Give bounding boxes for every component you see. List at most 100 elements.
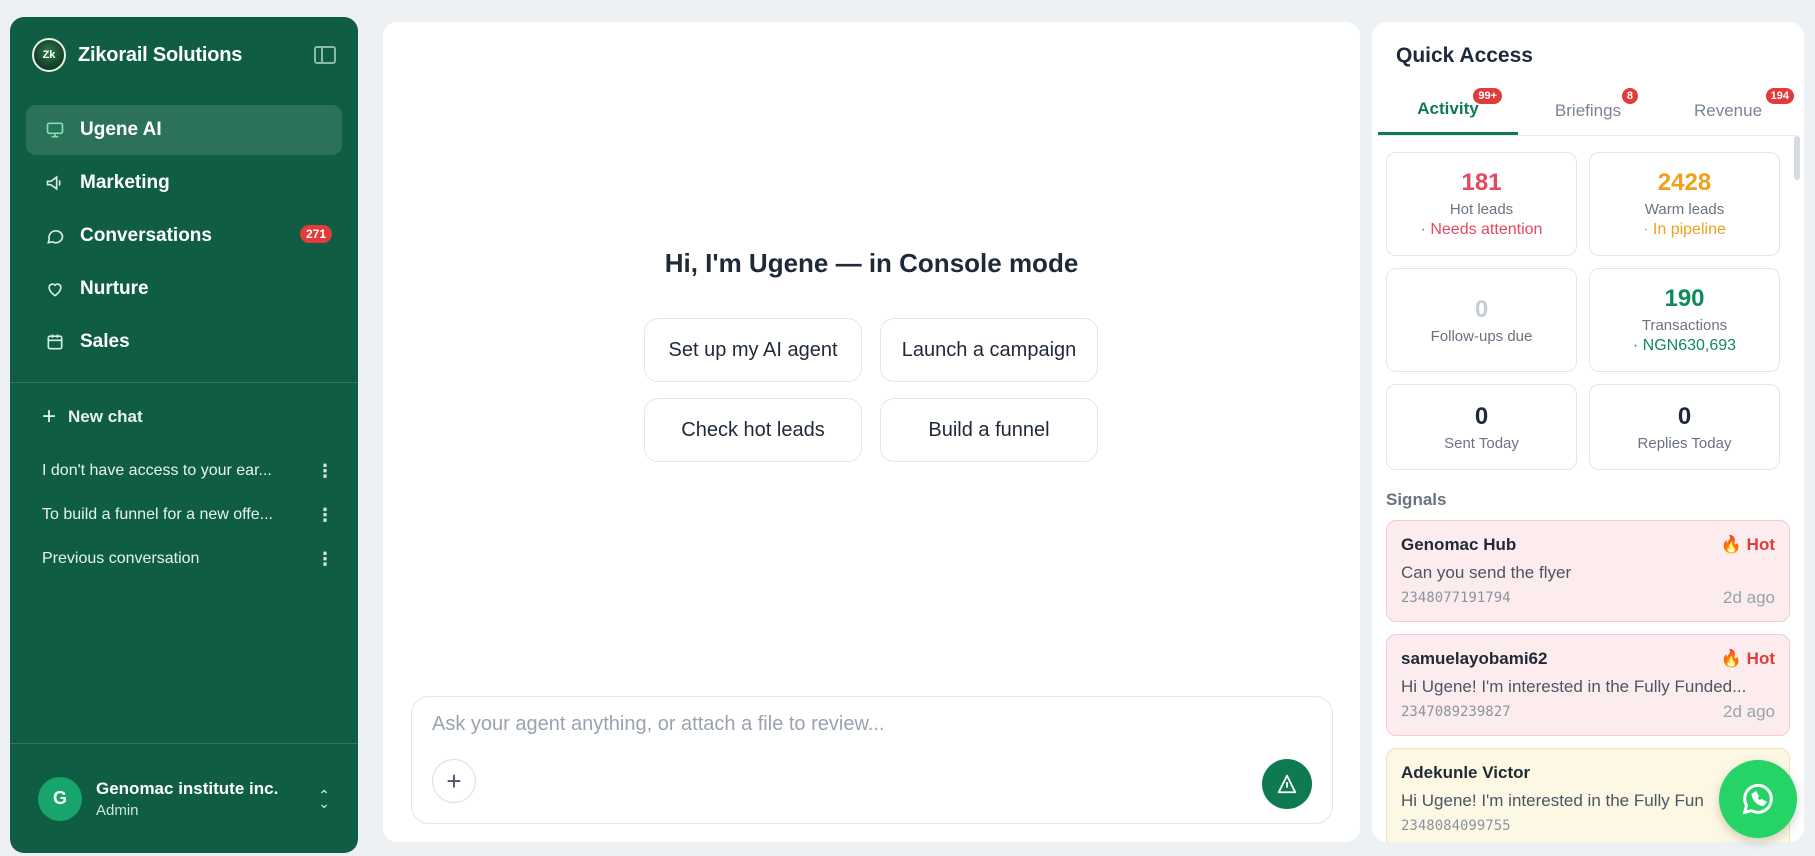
chat-title: Previous conversation <box>42 550 200 567</box>
panel-tabs: Activity 99+ Briefings 8 Revenue 194 <box>1378 86 1798 136</box>
more-vertical-icon[interactable]: ⋮ <box>316 461 334 482</box>
stat-label: Transactions <box>1641 317 1728 334</box>
unread-badge: 271 <box>299 225 332 243</box>
calendar-icon <box>44 331 66 353</box>
stat-card-hot-leads[interactable]: 181 Hot leads · Needs attention <box>1386 152 1577 256</box>
nav-item-conversations[interactable]: Conversations 271 <box>26 211 342 261</box>
nav-item-sales[interactable]: Sales <box>26 317 342 367</box>
signal-tag: 🔥 Hot <box>1720 535 1775 554</box>
chat-history-item[interactable]: Previous conversation ⋮ <box>10 537 358 581</box>
suggestion-grid: Set up my AI agent Launch a campaign Che… <box>644 318 1100 462</box>
stat-card-warm-leads[interactable]: 2428 Warm leads · In pipeline <box>1589 152 1780 256</box>
tab-badge: 8 <box>1621 88 1638 104</box>
signals-heading: Signals <box>1386 490 1447 509</box>
tab-activity[interactable]: Activity 99+ <box>1378 86 1518 135</box>
chat-history-item[interactable]: To build a funnel for a new offe... ⋮ <box>10 493 358 537</box>
stat-card-transactions[interactable]: 190 Transactions · NGN630,693 <box>1589 268 1780 372</box>
stat-label: Warm leads <box>1644 201 1725 218</box>
megaphone-icon <box>44 172 66 194</box>
panel-title: Quick Access <box>1396 44 1533 67</box>
suggestion-button[interactable]: Build a funnel <box>880 398 1098 462</box>
stat-card-replies-today[interactable]: 0 Replies Today <box>1589 384 1780 470</box>
stat-value: 0 <box>1474 402 1489 430</box>
suggestion-button[interactable]: Set up my AI agent <box>644 318 862 382</box>
nav-item-label: Sales <box>80 331 130 352</box>
tab-label: Briefings <box>1554 100 1622 120</box>
tab-briefings[interactable]: Briefings 8 <box>1518 86 1658 135</box>
signal-card[interactable]: Genomac Hub 🔥 Hot Can you send the flyer… <box>1386 520 1790 622</box>
monitor-icon <box>44 119 66 141</box>
tab-label: Revenue <box>1693 100 1763 120</box>
brand-name: Zikorail Solutions <box>78 43 243 66</box>
signal-name: Genomac Hub <box>1401 535 1517 554</box>
send-icon[interactable] <box>1262 759 1312 809</box>
more-vertical-icon[interactable]: ⋮ <box>316 549 334 570</box>
more-vertical-icon[interactable]: ⋮ <box>316 505 334 526</box>
account-switcher[interactable]: G Genomac institute inc. Admin ⌃ ⌄ <box>10 743 358 853</box>
whatsapp-icon[interactable] <box>1719 760 1797 838</box>
stat-sub: · In pipeline <box>1643 221 1726 238</box>
plus-icon: + <box>42 403 57 430</box>
nav-item-label: Ugene AI <box>80 119 162 140</box>
signal-name: Adekunle Victor <box>1401 763 1531 782</box>
stat-value: 0 <box>1474 295 1489 323</box>
signal-time: 2d ago <box>1723 588 1775 607</box>
new-chat-button[interactable]: + New chat <box>10 383 358 449</box>
signal-tag: 🔥 Hot <box>1720 649 1775 668</box>
nav-item-label: Nurture <box>80 278 149 299</box>
signal-message: Hi Ugene! I'm interested in the Fully Fu… <box>1401 791 1704 810</box>
chat-history-item[interactable]: I don't have access to your ear... ⋮ <box>10 449 358 493</box>
stats-grid: 181 Hot leads · Needs attention 2428 War… <box>1372 136 1804 470</box>
suggestion-button[interactable]: Check hot leads <box>644 398 862 462</box>
nav-item-nurture[interactable]: Nurture <box>26 264 342 314</box>
nav-item-label: Marketing <box>80 172 170 193</box>
signal-name: samuelayobami62 <box>1401 649 1548 668</box>
stat-sub: · Needs attention <box>1420 221 1543 238</box>
sidebar-toggle-icon[interactable] <box>314 46 336 64</box>
sidebar-nav: Ugene AI Marketing Conversations 271 Nur… <box>10 93 358 370</box>
message-composer: + <box>411 696 1333 824</box>
nav-item-marketing[interactable]: Marketing <box>26 158 342 208</box>
account-info: Genomac institute inc. Admin <box>96 779 318 819</box>
stat-sub: · NGN630,693 <box>1632 337 1737 354</box>
greeting-heading: Hi, I'm Ugene — in Console mode <box>664 248 1079 278</box>
account-name: Genomac institute inc. <box>96 778 279 798</box>
chat-bubble-icon <box>44 225 66 247</box>
nav-item-ugene-ai[interactable]: Ugene AI <box>26 105 342 155</box>
signal-phone: 2348084099755 <box>1401 818 1511 834</box>
stat-value: 190 <box>1664 285 1705 312</box>
quick-access-panel: Quick Access Activity 99+ Briefings 8 Re… <box>1372 22 1804 842</box>
stat-label: Hot leads <box>1449 201 1514 218</box>
signal-message: Hi Ugene! I'm interested in the Fully Fu… <box>1401 677 1747 696</box>
panel-scrollbar[interactable] <box>1794 136 1800 180</box>
stat-card-follow-ups[interactable]: 0 Follow-ups due <box>1386 268 1577 372</box>
stat-value: 2428 <box>1657 169 1712 196</box>
account-role: Admin <box>96 801 139 819</box>
sidebar-header: Zk Zikorail Solutions <box>10 17 358 93</box>
stat-value: 0 <box>1677 402 1692 430</box>
attach-plus-icon[interactable]: + <box>432 759 476 803</box>
stat-label: Follow-ups due <box>1430 327 1533 345</box>
suggestion-button[interactable]: Launch a campaign <box>880 318 1098 382</box>
stat-card-sent-today[interactable]: 0 Sent Today <box>1386 384 1577 470</box>
logo-text: Zk <box>42 49 56 61</box>
chevron-up-down-icon[interactable]: ⌃ ⌄ <box>318 788 330 810</box>
signal-time: 2d ago <box>1723 702 1775 721</box>
new-chat-label: New chat <box>68 407 143 426</box>
sidebar: Zk Zikorail Solutions Ugene AI Marketing… <box>10 17 358 853</box>
tab-revenue[interactable]: Revenue 194 <box>1658 86 1798 135</box>
signal-phone: 2347089239827 <box>1401 704 1511 720</box>
chat-title: I don't have access to your ear... <box>42 462 272 479</box>
signal-message: Can you send the flyer <box>1401 563 1572 582</box>
brand-logo[interactable]: Zk <box>32 38 66 72</box>
stat-label: Replies Today <box>1637 434 1732 452</box>
tab-badge: 99+ <box>1473 88 1502 104</box>
signal-card[interactable]: samuelayobami62 🔥 Hot Hi Ugene! I'm inte… <box>1386 634 1790 736</box>
message-input[interactable] <box>432 713 1292 736</box>
heart-icon <box>44 278 66 300</box>
signal-phone: 2348077191794 <box>1401 590 1511 606</box>
main-chat-area: Hi, I'm Ugene — in Console mode Set up m… <box>383 22 1360 842</box>
tab-label: Activity <box>1417 99 1479 118</box>
tab-badge: 194 <box>1765 88 1794 104</box>
chat-title: To build a funnel for a new offe... <box>42 506 273 523</box>
